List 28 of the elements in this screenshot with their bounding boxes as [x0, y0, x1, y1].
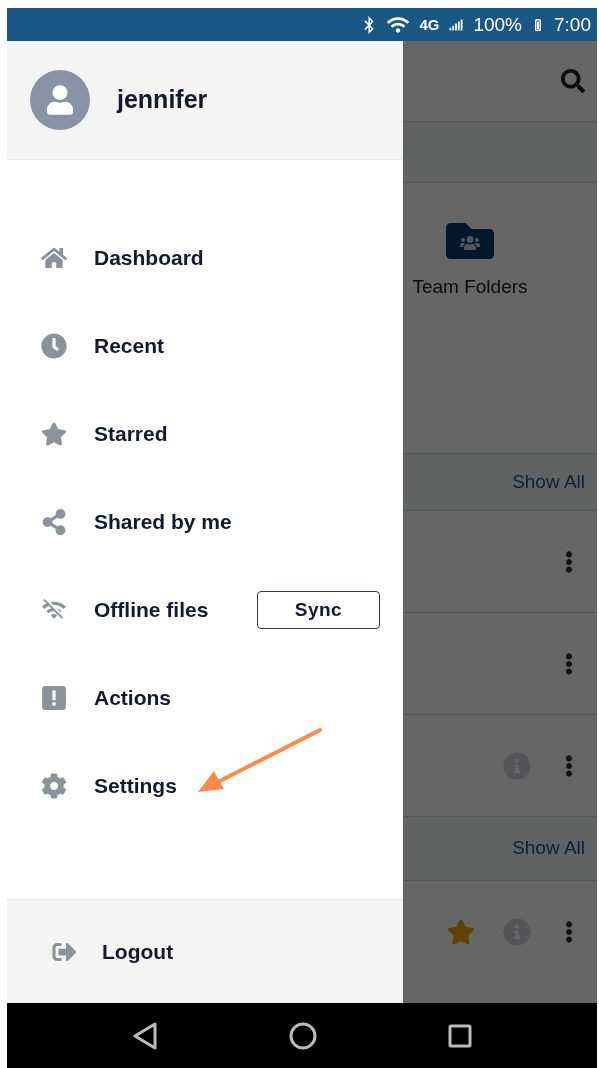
clock-icon: [41, 333, 67, 359]
star-icon: [41, 421, 67, 447]
battery-percent: 100%: [473, 15, 522, 34]
tile-label: Team Folders: [412, 275, 528, 299]
menu-item[interactable]: Starred: [40, 418, 380, 450]
signal-icon: [449, 17, 464, 32]
menu-item[interactable]: Settings: [40, 770, 380, 802]
home-icon[interactable]: [289, 1021, 317, 1050]
wifi-icon: [387, 15, 410, 34]
settings-icon: [41, 773, 67, 799]
menu-item[interactable]: Actions: [40, 682, 380, 714]
exclamation-icon: [41, 685, 67, 711]
network-label: 4G: [419, 17, 440, 32]
menu-item[interactable]: Dashboard: [40, 242, 380, 274]
logout-item[interactable]: Logout: [51, 935, 174, 968]
user-name: jennifer: [117, 84, 208, 116]
clock-time: 7:00: [554, 15, 591, 34]
recents-icon[interactable]: [447, 1023, 472, 1048]
share-icon: [41, 509, 67, 535]
avatar-icon: [30, 70, 90, 130]
sync-button[interactable]: Sync: [257, 591, 380, 629]
search-icon[interactable]: [561, 69, 585, 93]
menu-item[interactable]: Offline files: [40, 594, 257, 626]
home-icon: [41, 245, 67, 271]
menu-item[interactable]: Shared by me: [40, 506, 380, 538]
star-icon[interactable]: [447, 917, 475, 946]
menu-item[interactable]: Recent: [40, 330, 380, 362]
back-icon[interactable]: [132, 1021, 159, 1050]
